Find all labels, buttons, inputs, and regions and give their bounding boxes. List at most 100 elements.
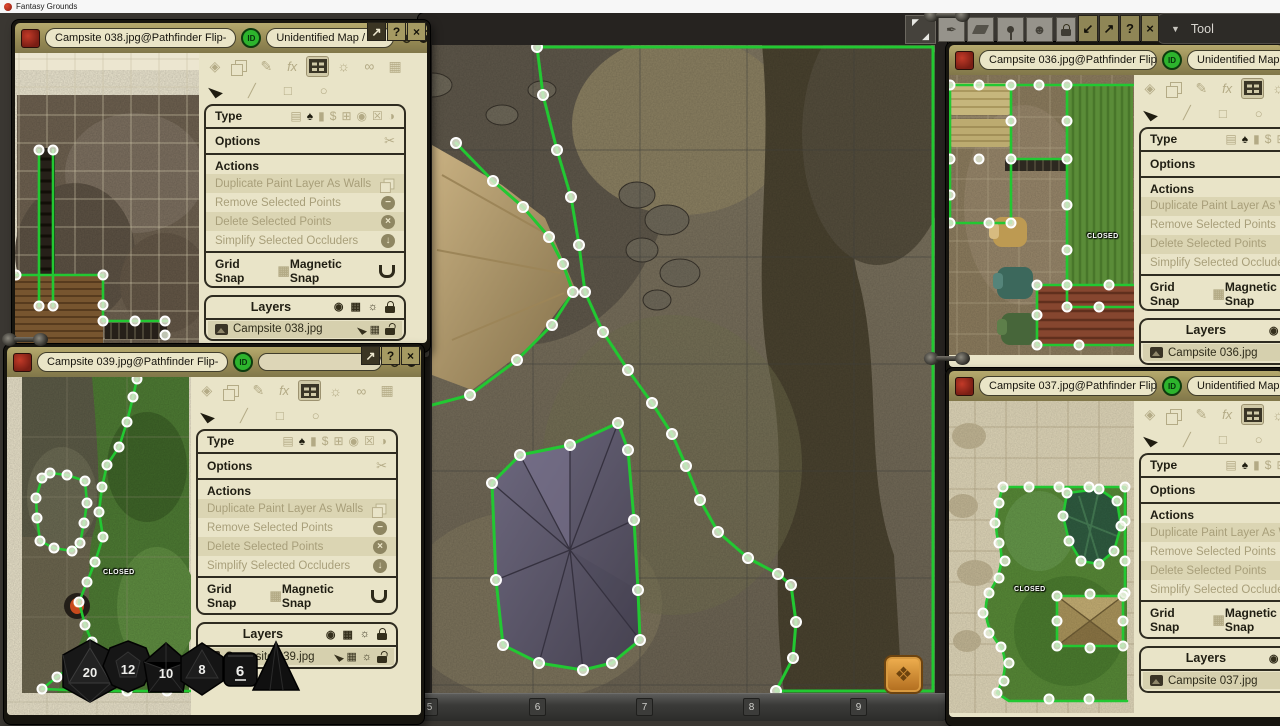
layers-icon[interactable] [221,380,244,401]
door-type-icon[interactable]: ▮ [1253,132,1260,146]
action-duplicate-paint-layer[interactable]: Duplicate Paint Layer As Walls [1141,523,1280,542]
layer-row[interactable]: Campsite 036.jpg ▦ [1143,344,1280,361]
compass-rose-button[interactable]: ❖ [884,655,923,694]
window-maximize-button[interactable]: ↗ [367,22,386,41]
d4-die[interactable] [253,642,299,690]
illusion-type-icon[interactable]: ☒ [364,434,375,448]
magnet-icon[interactable] [379,265,395,278]
grid-icon[interactable]: ▦ [343,628,353,641]
eye-icon[interactable]: ◉ [334,300,344,313]
unlock-icon[interactable] [385,328,395,335]
terrain-type-icon[interactable]: ▤ [290,109,301,123]
select-tool-icon[interactable] [1143,105,1158,121]
circle-tool-icon[interactable]: ○ [320,83,328,98]
window-type-icon[interactable]: ⊞ [1276,132,1280,146]
map-id-tab[interactable]: Unidentified Map / Ima [1187,50,1280,70]
scissors-icon[interactable]: ✂ [384,133,395,149]
select-tool-icon[interactable] [1143,432,1158,448]
window-maximize-button[interactable]: ↗ [361,346,380,365]
line-tool-icon[interactable]: ╱ [1183,432,1191,448]
rect-tool-icon[interactable]: □ [276,408,284,423]
window-restore-button[interactable]: ↙ [1078,15,1098,42]
action-remove-points[interactable]: Remove Selected Points− [1141,216,1280,235]
door-type-icon[interactable]: ▮ [1253,458,1260,472]
action-duplicate-paint-layer[interactable]: Duplicate Paint Layer As Walls [198,499,396,518]
mask-icon[interactable]: ∞ [350,380,373,401]
light-icon[interactable]: ☼ [362,651,372,663]
help-button[interactable]: ? [387,22,406,41]
glade-map-canvas[interactable] [949,401,1134,713]
paint-brush-icon[interactable]: ✎ [255,56,278,77]
pin-button[interactable] [997,17,1024,42]
d6-die[interactable]: 6 [224,653,257,686]
treasure-type-icon[interactable]: $ [1265,132,1272,146]
map-name-tab[interactable]: Campsite 036.jpg@Pathfinder Flip- [979,50,1157,70]
effects-icon[interactable]: fx [281,56,304,77]
lighting-icon[interactable]: ☼ [324,380,347,401]
terrain-type-icon[interactable]: ▤ [1225,458,1236,472]
farm-map-canvas[interactable] [949,75,1134,355]
action-remove-points[interactable]: Remove Selected Points− [206,193,404,212]
eraser-button[interactable] [967,17,994,42]
layers-icon[interactable] [229,56,252,77]
walls-mode-icon[interactable] [1241,404,1264,425]
layer-row[interactable]: Campsite 038.jpg ▦ [208,321,402,338]
action-delete-points[interactable]: Delete Selected Points× [1141,235,1280,254]
grid-icon[interactable]: ▦ [384,56,407,77]
paint-brush-icon[interactable]: ✎ [1190,404,1213,425]
action-duplicate-paint-layer[interactable]: Duplicate Paint Layer As Walls [1141,197,1280,216]
unlock-icon[interactable] [377,656,387,663]
help-button[interactable]: ? [1120,15,1140,42]
door-type-icon[interactable]: ▮ [318,109,325,123]
rect-tool-icon[interactable]: □ [1219,106,1227,121]
grid-snap-icon[interactable]: ▦ [270,588,282,604]
lighting-icon[interactable]: ☼ [1267,404,1280,425]
grid-icon[interactable]: ▦ [351,300,361,313]
paint-brush-icon[interactable]: ✎ [247,380,270,401]
layers-icon[interactable] [1164,404,1187,425]
close-button[interactable]: × [401,346,420,365]
eye-icon[interactable]: ◉ [1269,652,1279,665]
treasure-type-icon[interactable]: $ [322,434,329,448]
light-icon[interactable]: ☼ [368,301,378,313]
grid-icon[interactable]: ▦ [376,380,399,401]
effects-icon[interactable]: fx [273,380,296,401]
vision-type-icon[interactable]: ◉ [357,109,367,123]
radial-menu-icon[interactable]: ◈ [1138,404,1161,425]
circle-tool-icon[interactable]: ○ [312,408,320,423]
layers-icon[interactable] [1164,78,1187,99]
map-name-tab[interactable]: Campsite 038.jpg@Pathfinder Flip- [45,28,236,48]
mask-icon[interactable]: ∞ [358,56,381,77]
magnet-icon[interactable] [371,590,387,603]
window-maximize-button[interactable]: ↗ [1099,15,1119,42]
help-button[interactable]: ? [381,346,400,365]
action-duplicate-paint-layer[interactable]: Duplicate Paint Layer As Walls [206,174,404,193]
close-button[interactable]: × [1141,15,1159,42]
grid-snap-icon[interactable]: ▦ [1213,612,1225,628]
line-tool-icon[interactable]: ╱ [248,83,256,99]
map-name-tab[interactable]: Campsite 037.jpg@Pathfinder Flip- [979,376,1157,396]
terrain-type-icon[interactable]: ▤ [282,434,293,448]
effects-icon[interactable]: fx [1216,78,1239,99]
tree-type-icon[interactable]: ♠ [1242,132,1248,146]
shadow-type-icon[interactable]: ◑ [380,434,387,448]
tool-drawer[interactable]: ▼ Tool [1157,13,1280,44]
scissors-icon[interactable]: ✂ [376,458,387,474]
treasure-type-icon[interactable]: $ [330,109,337,123]
lighting-icon[interactable]: ☼ [1267,78,1280,99]
map-id-tab[interactable]: Unidentified Map / Ima [1187,376,1280,396]
line-tool-icon[interactable]: ╱ [1183,105,1191,121]
window-titlebar[interactable]: Campsite 039.jpg@Pathfinder Flip- ID ☻ [7,347,421,377]
select-tool-icon[interactable] [200,408,215,424]
tree-type-icon[interactable]: ♠ [307,109,313,123]
action-delete-points[interactable]: Delete Selected Points× [1141,561,1280,580]
action-delete-points[interactable]: Delete Selected Points× [206,212,404,231]
token-vision-button[interactable]: ☻ [1026,17,1053,42]
select-tool-icon[interactable] [208,83,223,99]
lighting-icon[interactable]: ☼ [332,56,355,77]
tree-type-icon[interactable]: ♠ [1242,458,1248,472]
window-type-icon[interactable]: ⊞ [1276,458,1280,472]
pointer-icon[interactable] [357,324,367,335]
eye-icon[interactable]: ◉ [326,628,336,641]
grid-icon[interactable]: ▦ [370,323,380,336]
